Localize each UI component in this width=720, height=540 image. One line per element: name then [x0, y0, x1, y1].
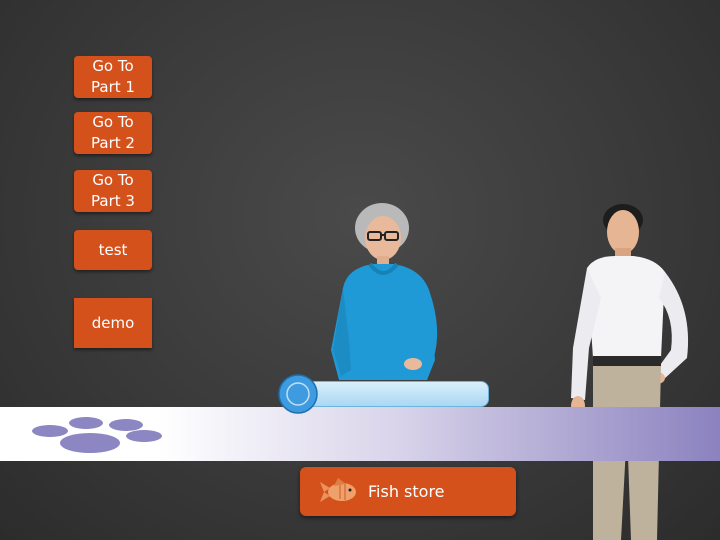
go-to-part-1-button[interactable]: Go To Part 1 — [74, 56, 152, 98]
fish-icon — [320, 477, 356, 502]
paw-print-icon — [32, 417, 162, 453]
fish-store-button[interactable]: Fish store — [300, 467, 516, 516]
demo-button[interactable]: demo — [74, 298, 152, 348]
test-button[interactable]: test — [74, 230, 152, 270]
progress-slider-knob[interactable] — [278, 374, 318, 414]
fish-store-label: Fish store — [368, 482, 445, 501]
go-to-part-2-button[interactable]: Go To Part 2 — [74, 112, 152, 154]
progress-slider-track[interactable] — [300, 381, 489, 407]
go-to-part-3-button[interactable]: Go To Part 3 — [74, 170, 152, 212]
man-character — [571, 204, 689, 540]
woman-character — [331, 203, 438, 380]
